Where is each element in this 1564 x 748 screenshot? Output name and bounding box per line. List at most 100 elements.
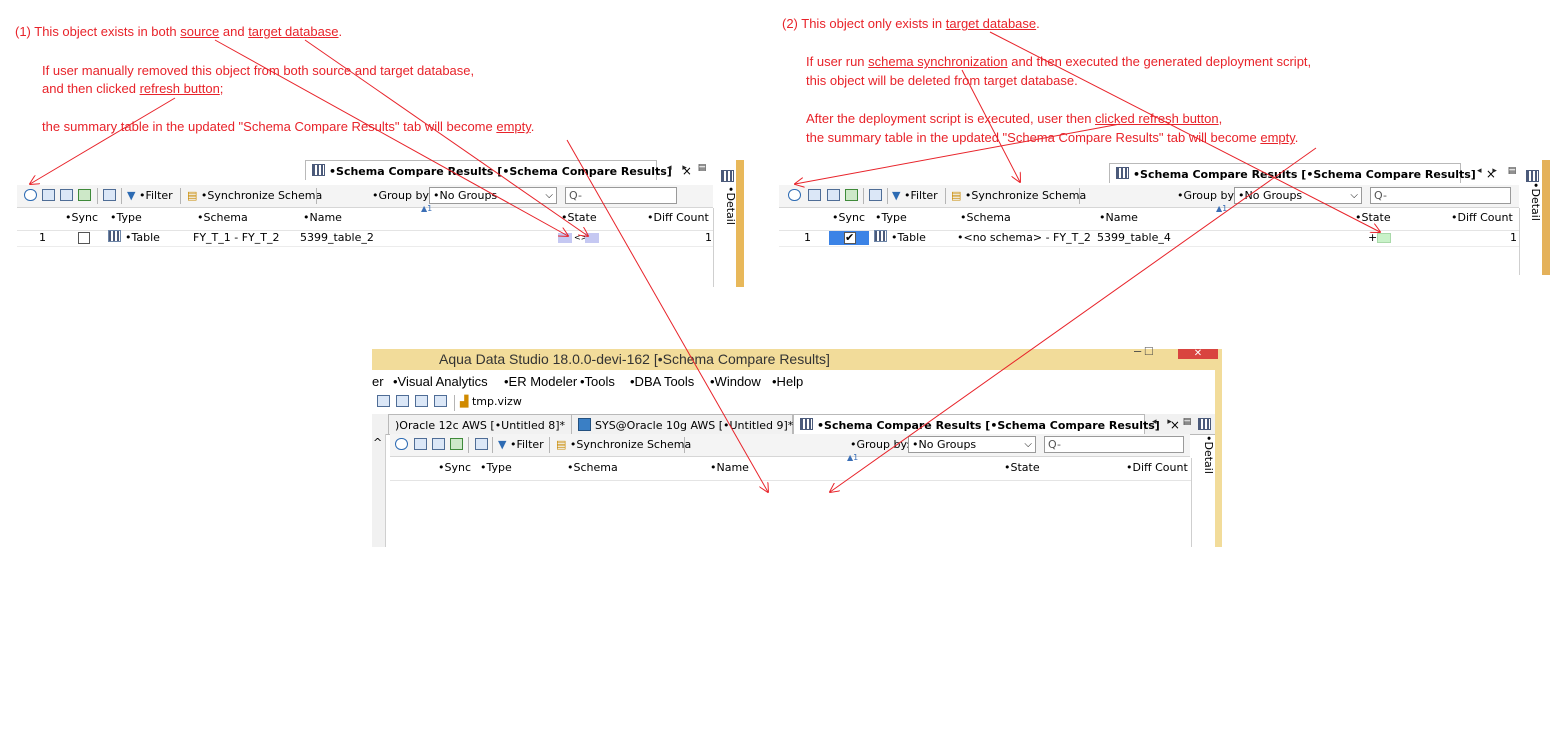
search-input[interactable]: Q-	[565, 187, 677, 204]
group-by-select[interactable]: •No Groups ⌵	[908, 436, 1036, 453]
col-diff-count[interactable]: •Diff Count	[1451, 208, 1513, 228]
grid-view-icon[interactable]	[1198, 418, 1211, 430]
col-schema[interactable]: •Schema	[197, 208, 248, 228]
compare-icon[interactable]	[415, 395, 428, 407]
group-by-select[interactable]: •No Groups ⌵	[429, 187, 557, 204]
query-icon[interactable]	[396, 395, 409, 407]
columns-icon[interactable]	[103, 189, 116, 201]
filter-button[interactable]: ▼ •Filter	[892, 188, 938, 204]
search-input[interactable]: Q-	[1370, 187, 1511, 204]
col-type[interactable]: •Type	[480, 458, 512, 478]
detail-splitter[interactable]	[736, 160, 744, 287]
grid-view-icon[interactable]	[721, 170, 734, 182]
table-header: •Sync •Type •Schema •Name •State •Diff C…	[390, 458, 1191, 481]
col-state[interactable]: •State	[1355, 208, 1391, 228]
col-diff-count[interactable]: •Diff Count	[647, 208, 709, 228]
save-icon[interactable]	[42, 189, 55, 201]
menu-item-tools[interactable]: •Tools	[580, 374, 615, 389]
detail-splitter[interactable]	[1542, 160, 1550, 275]
filter-button[interactable]: ▼ •Filter	[127, 188, 173, 204]
toolbar-separator	[180, 188, 181, 204]
save-icon[interactable]	[808, 189, 821, 201]
tab-schema-compare-results[interactable]: •Schema Compare Results [•Schema Compare…	[305, 160, 692, 180]
menu-item-help[interactable]: •Help	[772, 374, 803, 389]
col-type[interactable]: •Type	[875, 208, 907, 228]
search-input[interactable]: Q-	[1044, 436, 1184, 453]
tab-oracle-10g[interactable]: SYS@Oracle 10g AWS [•Untitled 9]*×	[571, 414, 809, 434]
note-text: (2) This object only exists in	[782, 16, 946, 31]
state-source-marker	[558, 233, 572, 243]
col-sync[interactable]: •Sync	[832, 208, 865, 228]
tab-nav-controls[interactable]: ◂ ▸ ▤	[1477, 166, 1520, 176]
col-state[interactable]: •State	[1004, 458, 1040, 478]
group-by-select[interactable]: •No Groups ⌵	[1234, 187, 1362, 204]
menu-item-er-modeler[interactable]: •ER Modeler	[504, 374, 577, 389]
synchronize-schema-button[interactable]: ▤ •Synchronize Schema	[951, 188, 1086, 204]
open-icon[interactable]	[377, 395, 390, 407]
grid-view-icon[interactable]	[1526, 170, 1539, 182]
window-controls[interactable]: – □	[1134, 343, 1153, 358]
note-text: .	[1294, 130, 1299, 145]
inspect-icon[interactable]	[827, 189, 840, 201]
inspect-icon[interactable]	[432, 438, 445, 450]
excel-icon[interactable]	[845, 189, 858, 201]
detail-tab[interactable]: •Detail	[1524, 182, 1542, 221]
detail-tab[interactable]: •Detail	[719, 186, 737, 225]
diff-count-cell: 1	[1510, 231, 1517, 244]
note-text: ;	[219, 81, 224, 96]
detail-tab[interactable]: •Detail	[1197, 435, 1215, 474]
col-schema[interactable]: •Schema	[960, 208, 1011, 228]
excel-icon[interactable]	[78, 189, 91, 201]
columns-icon[interactable]	[475, 438, 488, 450]
collapse-up-icon[interactable]: ^	[373, 436, 382, 449]
tab-schema-compare-results[interactable]: •Schema Compare Results [•Schema Compare…	[793, 414, 1180, 434]
col-sync[interactable]: •Sync	[438, 458, 471, 478]
note-2-line-3: this object will be deleted from target …	[806, 72, 1078, 89]
columns-icon[interactable]	[869, 189, 882, 201]
tab-nav-controls[interactable]: ◂ ▸ ▤	[667, 163, 710, 173]
col-diff-count[interactable]: •Diff Count	[1126, 458, 1188, 478]
refresh-icon[interactable]	[788, 189, 801, 201]
note-text: If user manually removed this object fro…	[42, 63, 475, 78]
window-close-button[interactable]: ✕	[1178, 349, 1218, 359]
col-name[interactable]: •Name	[1099, 208, 1138, 228]
table-row[interactable]: 1 •Table FY_T_1 - FY_T_2 5399_table_2 <>…	[17, 230, 713, 247]
note-underline: target database	[248, 24, 339, 39]
col-type[interactable]: •Type	[110, 208, 142, 228]
tab-label: •Schema Compare Results [•Schema Compare…	[817, 419, 1160, 432]
col-schema[interactable]: •Schema	[567, 458, 618, 478]
tab-nav-controls[interactable]: ◂ ▸ ▤	[1152, 417, 1195, 427]
menu-item-window[interactable]: •Window	[710, 374, 761, 389]
table-row[interactable]: 1 ✔ •Table •<no schema> - FY_T_2 5399_ta…	[779, 230, 1519, 247]
state-target-marker	[585, 233, 599, 243]
toolbar: ▼ •Filter ▤ •Synchronize Schema •Group b…	[779, 185, 1519, 208]
file-tab-vizw[interactable]: ▟ tmp.vizw	[460, 394, 522, 410]
menu-item-visual-analytics[interactable]: •Visual Analytics	[393, 374, 488, 389]
window-border-right	[1215, 370, 1222, 547]
col-state[interactable]: •State	[561, 208, 597, 228]
toolbar-separator	[1079, 188, 1080, 204]
tab-oracle-12c[interactable]: )Oracle 12c AWS [•Untitled 8]*×	[388, 414, 581, 434]
tab-schema-compare-results[interactable]: •Schema Compare Results [•Schema Compare…	[1109, 163, 1496, 183]
refresh-icon[interactable]	[395, 438, 408, 450]
col-name[interactable]: •Name	[710, 458, 749, 478]
filter-button[interactable]: ▼ •Filter	[498, 437, 544, 453]
save-icon[interactable]	[414, 438, 427, 450]
sync-label: •Synchronize Schema	[569, 438, 692, 451]
synchronize-schema-button[interactable]: ▤ •Synchronize Schema	[556, 437, 691, 453]
menu-item-partial[interactable]: er	[372, 374, 384, 389]
toolbar-separator	[863, 188, 864, 204]
col-name[interactable]: •Name	[303, 208, 342, 228]
name-cell: 5399_table_2	[300, 231, 374, 244]
inspect-icon[interactable]	[60, 189, 73, 201]
menu-item-dba-tools[interactable]: •DBA Tools	[630, 374, 694, 389]
group-by-label: •Group by:	[1177, 189, 1237, 202]
sync-checkbox[interactable]	[78, 232, 90, 244]
col-sync[interactable]: •Sync	[65, 208, 98, 228]
synchronize-schema-button[interactable]: ▤ •Synchronize Schema	[187, 188, 322, 204]
note-text: .	[338, 24, 343, 39]
chart-icon[interactable]	[434, 395, 447, 407]
excel-icon[interactable]	[450, 438, 463, 450]
note-text: and then clicked	[42, 81, 140, 96]
refresh-icon[interactable]	[24, 189, 37, 201]
